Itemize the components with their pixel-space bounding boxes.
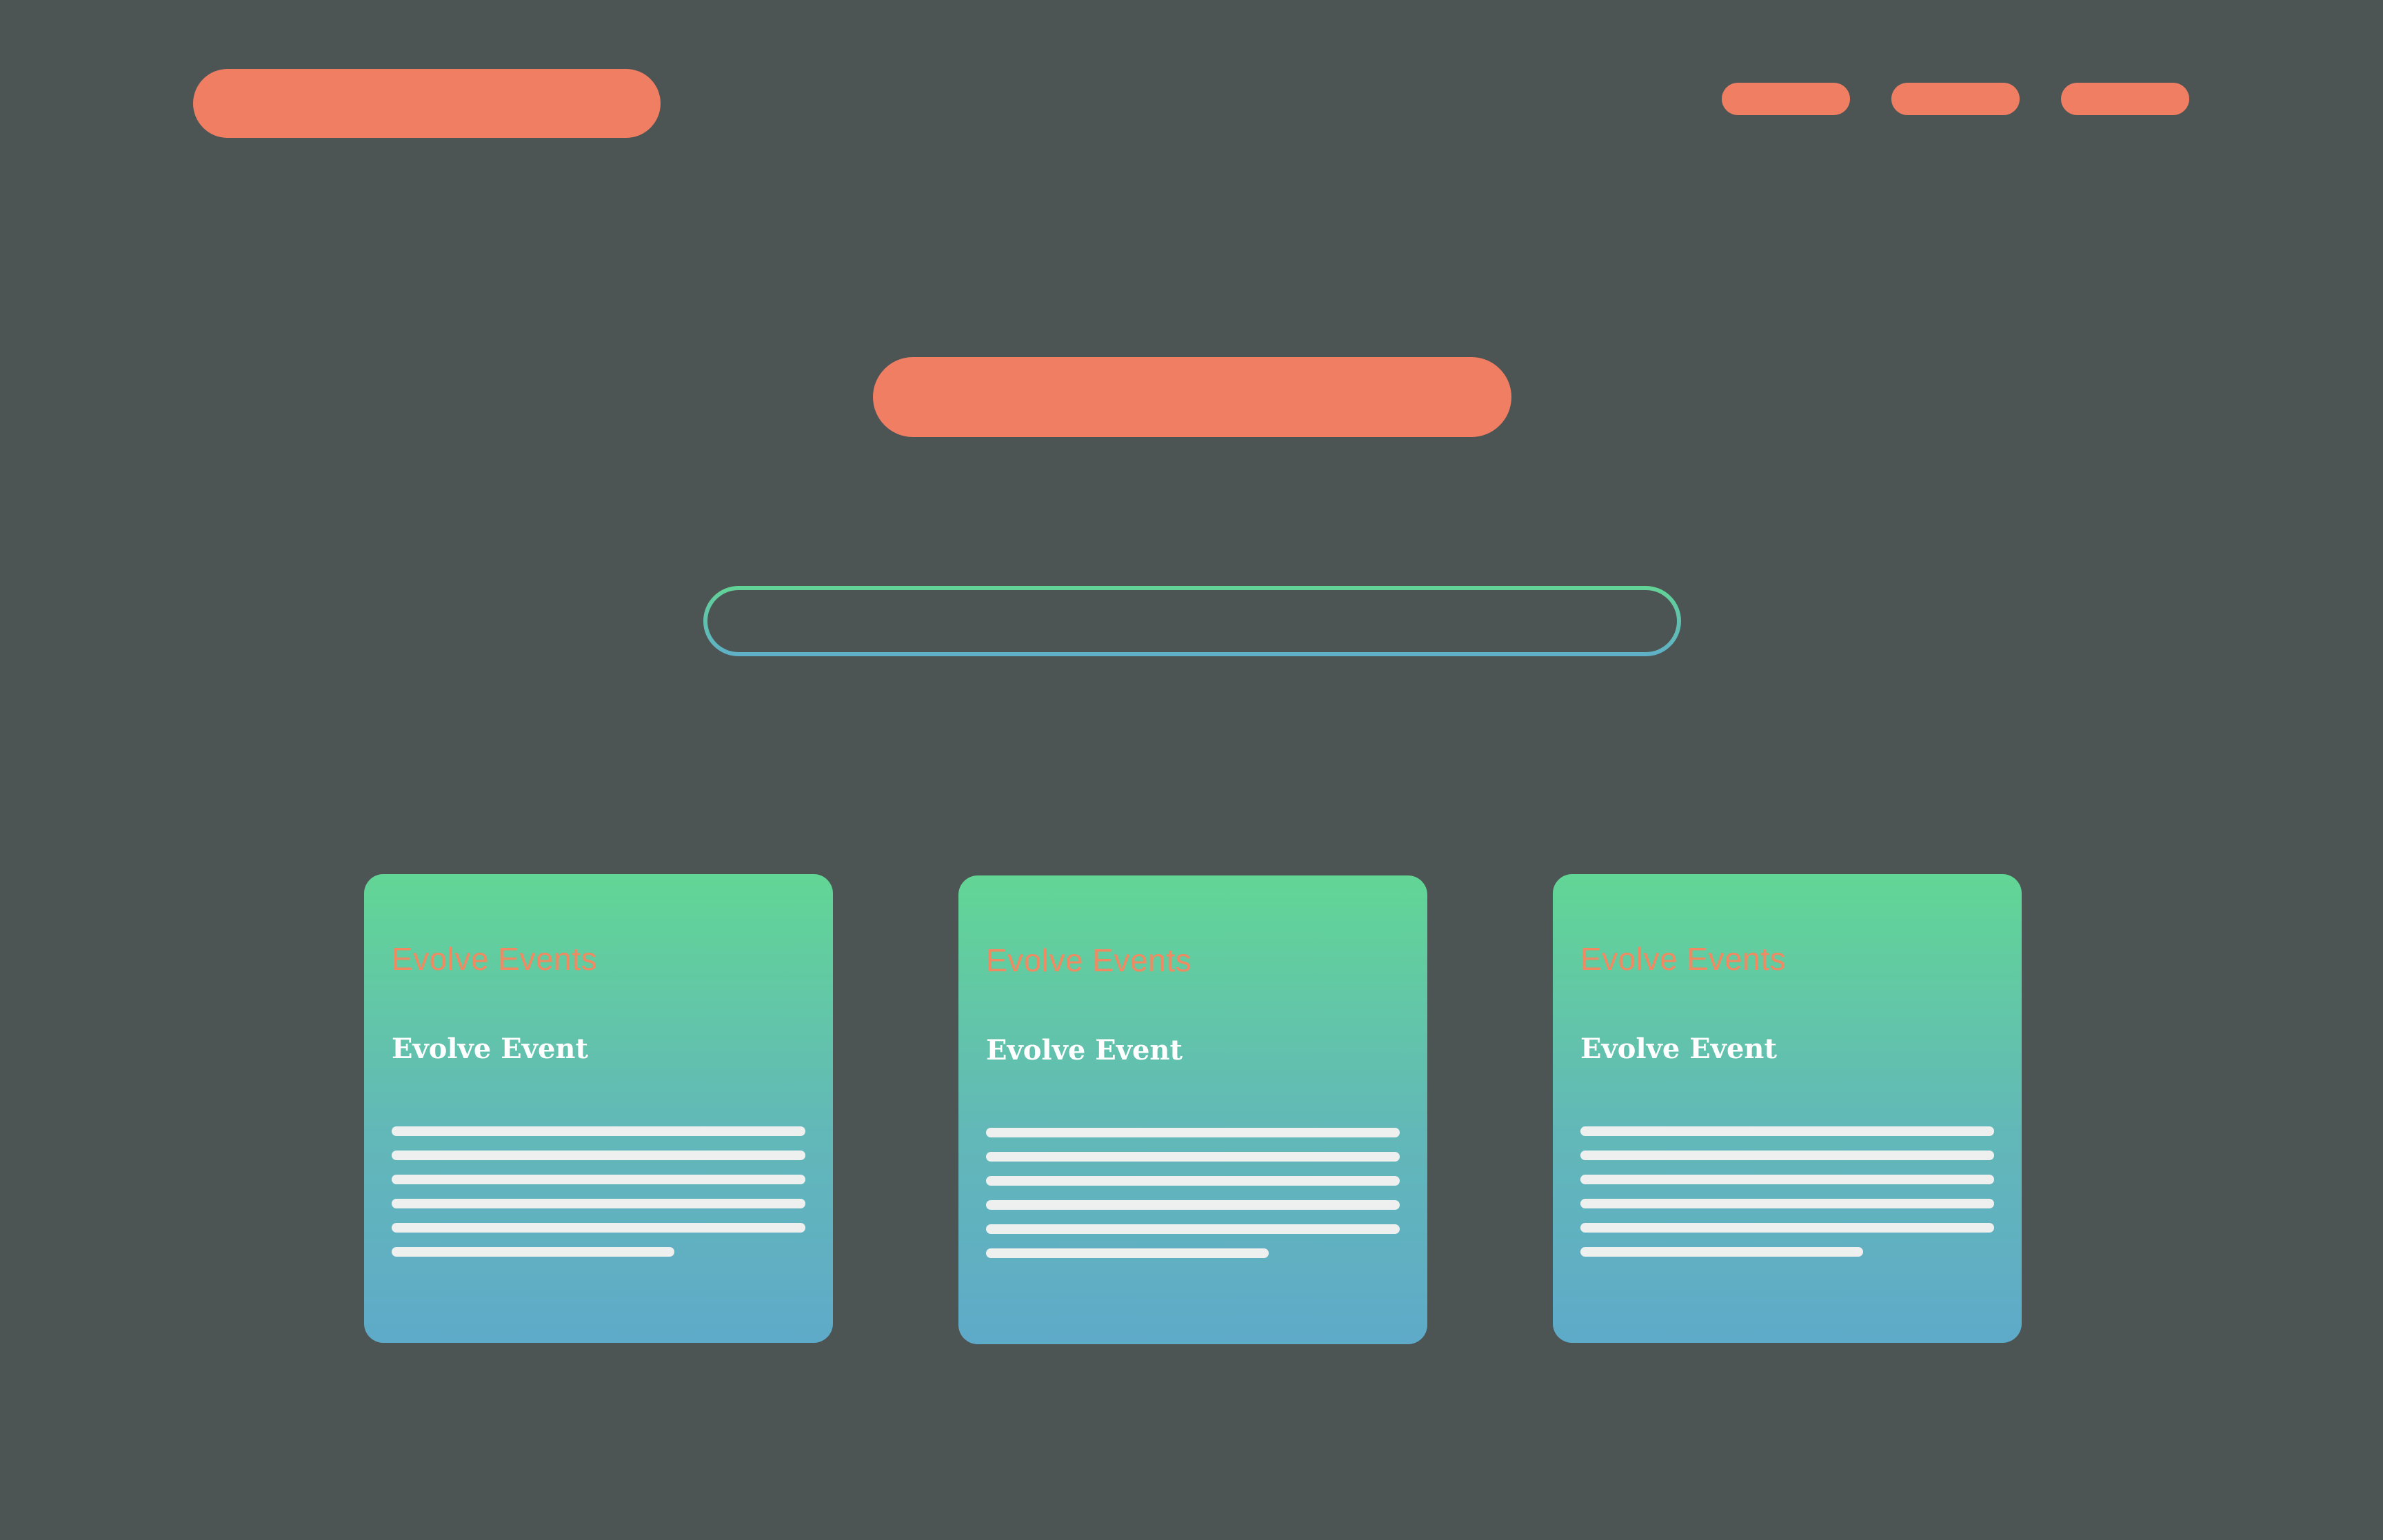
logo-placeholder[interactable]	[193, 69, 661, 138]
text-line	[392, 1151, 805, 1160]
card-eyebrow: Evolve Events	[986, 942, 1192, 978]
text-line	[1580, 1151, 1994, 1160]
card-title: Evolve Event	[1580, 1033, 1777, 1065]
text-line	[392, 1175, 805, 1184]
nav-link-1[interactable]	[1722, 83, 1850, 115]
nav-link-3[interactable]	[2061, 83, 2189, 115]
text-line	[986, 1224, 1400, 1234]
text-line	[986, 1248, 1269, 1258]
card-body-text	[1580, 1126, 1994, 1257]
text-line	[1580, 1126, 1994, 1136]
search-input[interactable]	[707, 590, 1677, 652]
text-line	[392, 1126, 805, 1136]
event-card[interactable]: Evolve Events Evolve Event	[1553, 874, 2022, 1343]
card-body-text	[392, 1126, 805, 1257]
card-title: Evolve Event	[392, 1033, 588, 1065]
card-title: Evolve Event	[986, 1034, 1183, 1066]
text-line	[986, 1152, 1400, 1162]
search-field	[703, 586, 1681, 656]
nav-link-2[interactable]	[1891, 83, 2020, 115]
card-eyebrow: Evolve Events	[1580, 941, 1786, 977]
text-line	[1580, 1175, 1994, 1184]
text-line	[1580, 1199, 1994, 1208]
event-card[interactable]: Evolve Events Evolve Event	[958, 875, 1427, 1344]
event-card[interactable]: Evolve Events Evolve Event	[364, 874, 833, 1343]
text-line	[986, 1176, 1400, 1186]
text-line	[392, 1223, 805, 1233]
card-eyebrow: Evolve Events	[392, 941, 597, 977]
text-line	[986, 1200, 1400, 1210]
text-line	[986, 1128, 1400, 1137]
text-line	[392, 1247, 674, 1257]
text-line	[1580, 1247, 1863, 1257]
text-line	[392, 1199, 805, 1208]
card-body-text	[986, 1128, 1400, 1258]
hero-title-placeholder	[873, 357, 1511, 437]
text-line	[1580, 1223, 1994, 1233]
